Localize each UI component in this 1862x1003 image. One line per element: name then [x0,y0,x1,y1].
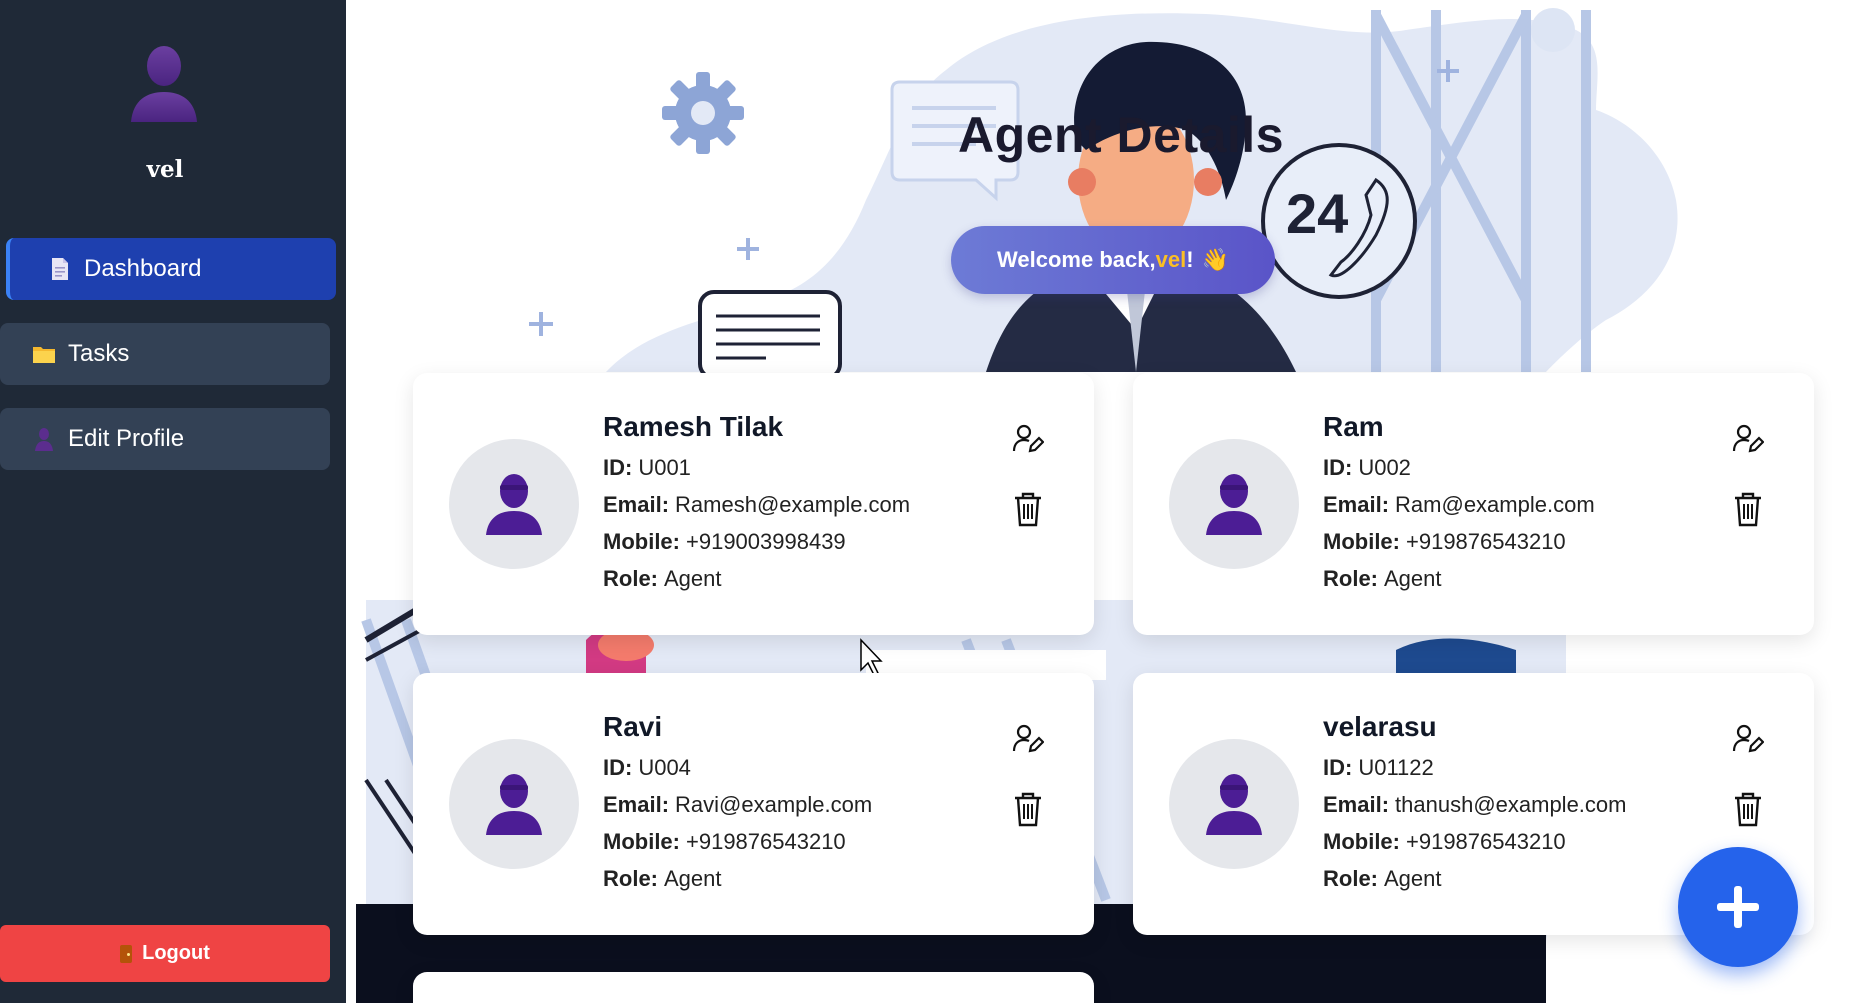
add-agent-button[interactable] [1678,847,1798,967]
plus-icon [1717,886,1759,928]
trash-icon[interactable] [1732,491,1764,527]
welcome-banner: Welcome back, vel ! 👋 [951,226,1275,294]
agent-email: Email: Ravi@example.com [603,792,873,817]
document-icon [48,257,72,281]
agent-card: Ramesh Tilak ID: U001 Email: Ramesh@exampl… [413,373,1094,635]
badge-24-text: 24 [1286,182,1348,245]
sidebar-item-label: Tasks [68,340,130,367]
waving-hand-icon: 👋 [1201,247,1229,272]
welcome-username: vel [1155,247,1187,272]
agent-name: velarasu [1323,711,1437,742]
folder-icon [32,342,56,366]
user-edit-icon[interactable] [1012,723,1044,755]
agent-email: Email: thanush@example.com [1323,792,1627,817]
agent-id: ID: U001 [603,455,691,480]
sidebar-item-dashboard[interactable]: Dashboard [6,238,336,300]
user-edit-icon[interactable] [1732,723,1764,755]
agent-role: Role: Agent [603,566,722,591]
main-content: 24 Agent Details Welcome back, vel ! 👋 R… [346,0,1862,1003]
agent-mobile: Mobile: +919876543210 [1323,529,1566,554]
agent-id: ID: U004 [603,755,691,780]
agent-avatar [449,439,579,569]
agent-name: Ram [1323,411,1384,442]
sidebar-username: vel [146,156,184,183]
agent-id: ID: U002 [1323,455,1411,480]
agent-card [413,972,1094,1003]
agent-email: Email: Ramesh@example.com [603,492,911,517]
agent-avatar [1169,439,1299,569]
user-avatar-icon [1206,474,1262,535]
logout-label: Logout [142,942,210,964]
user-avatar-icon [131,46,197,122]
page-title: Agent Details [958,107,1285,163]
sidebar-item-label: Dashboard [84,255,202,282]
gear-decor [662,72,744,154]
trash-icon[interactable] [1732,791,1764,827]
agent-mobile: Mobile: +919876543210 [1323,829,1566,854]
sidebar: vel Dashboard Tasks Edit Profile Logout [0,0,346,1003]
trash-icon[interactable] [1012,491,1044,527]
sidebar-item-edit-profile[interactable]: Edit Profile [0,408,330,470]
agent-role: Role: Agent [1323,866,1442,891]
agent-role: Role: Agent [603,866,722,891]
agent-id: ID: U01122 [1323,755,1434,780]
agent-email: Email: Ram@example.com [1323,492,1595,517]
logout-button[interactable]: Logout [0,925,330,982]
door-icon [120,944,133,963]
agent-card: Ravi ID: U004 Email: Ravi@example.com Mobi… [413,673,1094,935]
agent-role: Role: Agent [1323,566,1442,591]
user-edit-icon[interactable] [1012,423,1044,455]
welcome-suffix: ! [1186,247,1194,272]
trash-icon[interactable] [1012,791,1044,827]
welcome-prefix: Welcome back, [997,247,1156,272]
user-avatar-icon [1206,774,1262,835]
user-avatar-icon [486,474,542,535]
sidebar-item-tasks[interactable]: Tasks [0,323,330,385]
sidebar-item-label: Edit Profile [68,425,185,452]
user-edit-icon[interactable] [1732,423,1764,455]
user-icon [32,427,56,451]
agent-mobile: Mobile: +919876543210 [603,829,846,854]
user-avatar-icon [486,774,542,835]
agent-avatar [1169,739,1299,869]
agent-card: Ram ID: U002 Email: Ram@example.com Mobile… [1133,373,1814,635]
agent-name: Ravi [603,711,663,742]
agent-mobile: Mobile: +919003998439 [603,529,846,554]
agent-name: Ramesh Tilak [603,411,784,442]
agent-avatar [449,739,579,869]
